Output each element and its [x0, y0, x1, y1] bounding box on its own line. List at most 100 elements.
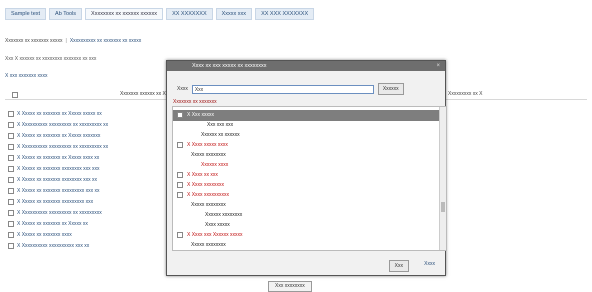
tab-3[interactable]: XX XXXXXXX — [166, 8, 213, 20]
row-checkbox[interactable] — [8, 187, 14, 194]
results-list: X Xxx xxxxx Xxx xxx xxx Xxxxxx xx xxxxxx X … — [172, 106, 447, 251]
top-tab-bar: Sample text Ab Tools Xxxxxxxx xx xxxxxx xx… — [5, 8, 315, 20]
close-icon[interactable]: × — [436, 61, 440, 71]
result-item[interactable]: X Xxxx xx xxx — [177, 172, 218, 178]
result-item[interactable]: X Xxxx xxxxxxxxxx — [177, 192, 229, 198]
list-item-link[interactable]: X Xxxxx xx xxxxxxx xx Xxxxx xxxx xx — [17, 155, 99, 161]
dialog-title-bar: Xxxx xx xxx xxxxx xx xxxxxxxx × — [167, 61, 445, 71]
dialog-title: Xxxx xx xxx xxxxx xx xxxxxxxx — [192, 63, 267, 69]
list-item: X Xxxxx xx xxxxxxx xx Xxxxx xx — [8, 218, 108, 229]
list-item-link[interactable]: X Xxxxx xx xxxxxxx xx Xxxxx xxxxxxx — [17, 133, 100, 139]
row-checkbox[interactable] — [8, 110, 14, 117]
result-label: X Xxx xxxxx — [187, 112, 214, 118]
row-checkbox[interactable] — [8, 154, 14, 161]
list-item: X Xxxxxxxxxx xxxxxxxxx xx xxxxxxxxx xx — [8, 119, 108, 130]
tab-0[interactable]: Sample text — [5, 8, 47, 20]
result-label: X Xxxx xxxxxxxx — [187, 182, 224, 188]
right-column-header: Xxxxxxxxx xx X — [448, 91, 483, 97]
result-checkbox[interactable] — [177, 182, 183, 188]
row-checkbox[interactable] — [8, 220, 14, 227]
toolbar-link-left[interactable]: Xxxxxxx xx xxxxxxx xxxxx — [5, 38, 63, 44]
row-checkbox[interactable] — [8, 209, 14, 216]
result-checkbox[interactable] — [177, 232, 183, 238]
result-label: X Xxxx xxxxx xxxx — [187, 142, 228, 148]
tab-5[interactable]: XX XXX XXXXXXX — [255, 8, 315, 20]
toolbar-separator: | — [65, 38, 67, 44]
result-item[interactable]: Xxxxx xxxxxxxx — [191, 202, 226, 208]
list-item: X Xxxxxxxxxx xxxxxxxxx xx xxxxxxxxx — [8, 207, 108, 218]
result-item[interactable]: Xxxxx xxxxxxxx — [191, 152, 226, 158]
list-item-link[interactable]: X Xxxxx xx xxxxxxx xxxxxxxx xxx xx — [17, 177, 97, 183]
result-checkbox[interactable] — [177, 192, 183, 198]
info-line: Xxx X xxxxxx xx xxxxxxxx xxxxxxx xx xxx — [5, 56, 97, 62]
result-label: Xxxxx xxxxxxxx — [191, 152, 226, 158]
row-checkbox[interactable] — [8, 165, 14, 172]
list-item: X Xxxxx xx xxxxxxx xxxxxxxx xxx xx — [8, 174, 108, 185]
result-checkbox[interactable] — [177, 112, 183, 118]
item-list: X Xxxxx xx xxxxxxx xx Xxxxx xxxxx xx X Xx… — [8, 108, 108, 251]
search-row: Xxxx Xxx Xxxxxx — [177, 83, 404, 95]
tab-2[interactable]: Xxxxxxxx xx xxxxxx xxxxxx — [85, 8, 164, 20]
bottom-action-button[interactable]: Xxx xxxxxxxx — [268, 281, 312, 292]
column-header: Xxxxxxx xxxxxx xx X — [120, 91, 166, 97]
list-item-link[interactable]: X Xxxxxxxxxx xxxxxxxxx xx xxxxxxxxx — [17, 210, 102, 216]
list-item-link[interactable]: X Xxxxxxxxxx xxxxxxxxx xx xxxxxxxxx xx — [17, 122, 108, 128]
list-item: X Xxxxxxxxxx xxxxxxxxx xx xxxxxxxxx xx — [8, 141, 108, 152]
list-item-link[interactable]: X Xxxxx xx xxxxxxx xxxxxxxx xxx xxx — [17, 166, 100, 172]
search-dialog: Xxxx xx xxx xxxxx xx xxxxxxxx × Xxxx Xxx… — [166, 60, 447, 276]
result-label: Xxx xxx xxx — [207, 122, 234, 128]
list-item: X Xxxxx xx xxxxxxx xxxx — [8, 229, 108, 240]
result-checkbox[interactable] — [177, 172, 183, 178]
result-label: Xxxxxx xxxxxxxx — [205, 212, 243, 218]
scrollbar-thumb[interactable] — [441, 202, 445, 212]
result-item[interactable]: Xxx xxx xxx — [207, 122, 233, 128]
tab-4[interactable]: Xxxxx xxx — [215, 8, 253, 20]
result-label: Xxxxxx xxxx — [201, 162, 229, 168]
list-item: X Xxxxx xx xxxxxxx xxxxxxxxx xxx — [8, 196, 108, 207]
list-item-link[interactable]: X Xxxxx xx xxxxxxx xxxx — [17, 232, 72, 238]
result-label: X Xxxx xxxxxxxxxx — [187, 192, 229, 198]
help-link[interactable]: Xxxx — [424, 261, 435, 267]
list-item-link[interactable]: X Xxxxxxxxxx xxxxxxxxx xx xxxxxxxxx xx — [17, 144, 108, 150]
result-item[interactable]: X Xxxx xxx Xxxxxx xxxxx — [177, 232, 243, 238]
row-checkbox[interactable] — [8, 198, 14, 205]
list-item-link[interactable]: X Xxxxxxxxxx xxxxxxxxxx xxx xx — [17, 243, 89, 249]
row-checkbox[interactable] — [8, 132, 14, 139]
list-item: X Xxxxx xx xxxxxxx xx Xxxxx xxxxxxx — [8, 130, 108, 141]
result-item[interactable]: X Xxxx xxxxxxxx — [177, 182, 224, 188]
toolbar: Xxxxxxx xx xxxxxxx xxxxx | Xxxxxxxxxx xx… — [5, 38, 141, 44]
list-item-link[interactable]: X Xxxxx xx xxxxxxx xxxxxxxxx xxx xx — [17, 188, 100, 194]
dialog-footer: Xxx Xxxx — [167, 257, 445, 275]
search-label: Xxxx — [177, 86, 188, 92]
result-item[interactable]: Xxxx xxxxx — [205, 222, 230, 228]
dialog-close-button[interactable]: Xxx — [388, 260, 409, 272]
search-input[interactable]: Xxx — [191, 84, 374, 94]
result-item[interactable]: Xxxxxx xxxxxxxx — [205, 212, 242, 218]
list-item: X Xxxxx xx xxxxxxx xxxxxxxxx xxx xx — [8, 185, 108, 196]
toolbar-link-right[interactable]: Xxxxxxxxxx xx xxxxxxx xx xxxxx — [70, 38, 141, 44]
row-checkbox[interactable] — [8, 176, 14, 183]
result-item[interactable]: X Xxxx xxxxx xxxx — [177, 142, 228, 148]
result-item[interactable]: Xxxxxx xx xxxxxx — [201, 132, 240, 138]
result-item[interactable]: Xxxxxx xxxx — [201, 162, 228, 168]
result-checkbox[interactable] — [177, 142, 183, 148]
row-checkbox[interactable] — [8, 143, 14, 150]
result-label: X Xxxx xx xxx — [187, 172, 218, 178]
list-item-link[interactable]: X Xxxxx xx xxxxxxx xx Xxxxx xxxxx xx — [17, 111, 102, 117]
list-item: X Xxxxx xx xxxxxxx xx Xxxxx xxxx xx — [8, 152, 108, 163]
row-checkbox[interactable] — [8, 242, 14, 249]
search-button[interactable]: Xxxxxx — [377, 83, 404, 95]
section-link[interactable]: X xxx xxxxxxx xxxx — [5, 73, 48, 79]
row-checkbox[interactable] — [8, 121, 14, 128]
row-checkbox[interactable] — [8, 231, 14, 238]
results-scrollbar[interactable] — [439, 107, 446, 250]
result-label: X Xxxx xxx Xxxxxx xxxxx — [187, 232, 243, 238]
tab-1[interactable]: Ab Tools — [49, 8, 83, 20]
result-item[interactable]: Xxxxx xxxxxxxx — [191, 242, 226, 248]
list-item: X Xxxxxxxxxx xxxxxxxxxx xxx xx — [8, 240, 108, 251]
list-item-link[interactable]: X Xxxxx xx xxxxxxx xx Xxxxx xx — [17, 221, 88, 227]
list-item: X Xxxxx xx xxxxxxx xxxxxxxx xxx xxx — [8, 163, 108, 174]
select-all-checkbox[interactable] — [12, 92, 18, 98]
list-item-link[interactable]: X Xxxxx xx xxxxxxx xxxxxxxxx xxx — [17, 199, 93, 205]
result-item[interactable]: X Xxx xxxxx — [177, 112, 214, 118]
